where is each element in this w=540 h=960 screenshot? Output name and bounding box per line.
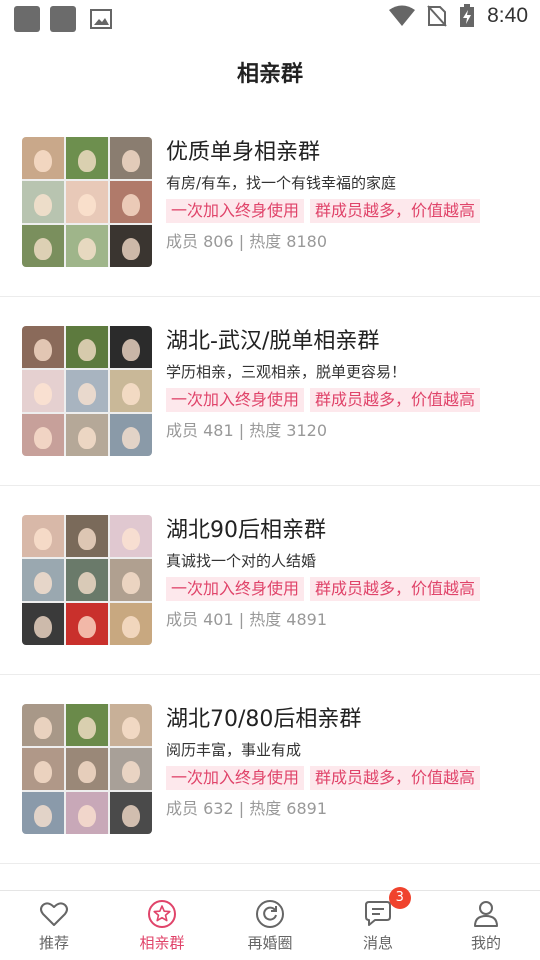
group-description: 学历相亲，三观相亲，脱单更容易！: [166, 363, 407, 381]
member-avatar: [110, 792, 152, 834]
member-avatar: [110, 137, 152, 179]
member-avatar: [22, 704, 64, 746]
member-avatar: [110, 704, 152, 746]
nav-recommend[interactable]: 推荐: [0, 891, 108, 960]
member-avatar: [110, 370, 152, 412]
group-name: 湖北70/80后相亲群: [166, 707, 362, 732]
member-avatar: [66, 326, 108, 368]
member-avatar: [110, 748, 152, 790]
person-icon: [474, 901, 498, 927]
status-bar: 8:40: [0, 0, 540, 36]
member-avatar: [22, 603, 64, 645]
member-avatar: [66, 603, 108, 645]
group-description: 真诚找一个对的人结婚: [166, 552, 317, 570]
group-stats: 成员 401 | 热度 4891: [166, 610, 327, 629]
member-avatar: [66, 137, 108, 179]
group-stats: 成员 481 | 热度 3120: [166, 421, 327, 440]
nav-label: 我的: [470, 934, 501, 952]
tag-lifetime: 一次加入终身使用: [166, 766, 305, 790]
tag-lifetime: 一次加入终身使用: [166, 388, 305, 412]
member-avatar: [22, 792, 64, 834]
group-item[interactable]: 湖北90后相亲群 真诚找一个对的人结婚 一次加入终身使用 群成员越多，价值越高 …: [0, 486, 540, 675]
group-description: 有房/有车，找一个有钱幸福的家庭: [166, 174, 397, 192]
wifi-icon: [389, 5, 416, 26]
group-avatar-grid: [22, 137, 152, 267]
member-avatar: [66, 515, 108, 557]
member-avatar: [110, 515, 152, 557]
nav-label: 相亲群: [139, 934, 185, 952]
member-avatar: [66, 370, 108, 412]
clock: 8:40: [487, 4, 528, 27]
member-avatar: [22, 181, 64, 223]
member-avatar: [110, 225, 152, 267]
tag-lifetime: 一次加入终身使用: [166, 577, 305, 601]
member-avatar: [22, 326, 64, 368]
group-name: 湖北-武汉/脱单相亲群: [166, 329, 380, 354]
member-avatar: [66, 225, 108, 267]
app-notification-icon: [50, 6, 76, 32]
bottom-nav: 推荐 相亲群 再婚圈 3 消息 我的: [0, 887, 540, 960]
tag-value: 群成员越多，价值越高: [310, 766, 481, 790]
group-item[interactable]: 湖北70/80后相亲群 阅历丰富，事业有成 一次加入终身使用 群成员越多，价值越…: [0, 675, 540, 864]
group-item[interactable]: 优质单身相亲群 有房/有车，找一个有钱幸福的家庭 一次加入终身使用 群成员越多，…: [0, 108, 540, 297]
nav-label: 推荐: [38, 934, 69, 952]
tag-value: 群成员越多，价值越高: [310, 577, 481, 601]
member-avatar: [22, 414, 64, 456]
member-avatar: [110, 559, 152, 601]
member-avatar: [110, 603, 152, 645]
tag-value: 群成员越多，价值越高: [310, 199, 481, 223]
member-avatar: [22, 225, 64, 267]
unread-badge: 3: [388, 887, 411, 909]
nav-remarriage[interactable]: 再婚圈: [216, 891, 324, 960]
group-description: 阅历丰富，事业有成: [166, 741, 302, 759]
tag-lifetime: 一次加入终身使用: [166, 199, 305, 223]
star-circle-icon: [148, 900, 176, 928]
member-avatar: [22, 748, 64, 790]
image-notification-icon: [90, 9, 112, 29]
group-avatar-grid: [22, 704, 152, 834]
member-avatar: [110, 326, 152, 368]
page-title: 相亲群: [236, 62, 303, 87]
chat-bubble-icon: [365, 901, 391, 926]
member-avatar: [66, 704, 108, 746]
group-avatar-grid: [22, 515, 152, 645]
group-stats: 成员 632 | 热度 6891: [166, 799, 327, 818]
nav-label: 消息: [362, 934, 393, 952]
nav-messages[interactable]: 3 消息: [324, 887, 432, 960]
member-avatar: [66, 792, 108, 834]
group-stats: 成员 806 | 热度 8180: [166, 232, 327, 251]
nav-label: 再婚圈: [247, 934, 293, 952]
nav-groups[interactable]: 相亲群: [108, 891, 216, 960]
app-notification-icon: [14, 6, 40, 32]
group-item[interactable]: 湖北-武汉/脱单相亲群 学历相亲，三观相亲，脱单更容易！ 一次加入终身使用 群成…: [0, 297, 540, 486]
group-name: 湖北90后相亲群: [166, 518, 326, 543]
group-list: 优质单身相亲群 有房/有车，找一个有钱幸福的家庭 一次加入终身使用 群成员越多，…: [0, 108, 540, 864]
heart-icon: [40, 902, 68, 926]
member-avatar: [66, 414, 108, 456]
header: 相亲群: [0, 36, 540, 108]
member-avatar: [110, 414, 152, 456]
group-name: 优质单身相亲群: [166, 140, 321, 165]
member-avatar: [66, 748, 108, 790]
member-avatar: [66, 181, 108, 223]
nav-profile[interactable]: 我的: [432, 891, 540, 960]
group-avatar-grid: [22, 326, 152, 456]
member-avatar: [110, 181, 152, 223]
no-sim-icon: [427, 5, 447, 27]
member-avatar: [22, 559, 64, 601]
member-avatar: [22, 515, 64, 557]
member-avatar: [66, 559, 108, 601]
tag-value: 群成员越多，价值越高: [310, 388, 481, 412]
notification-icons: [14, 6, 112, 32]
member-avatar: [22, 370, 64, 412]
battery-charging-icon: [460, 4, 475, 27]
member-avatar: [22, 137, 64, 179]
refresh-circle-icon: [256, 900, 284, 928]
